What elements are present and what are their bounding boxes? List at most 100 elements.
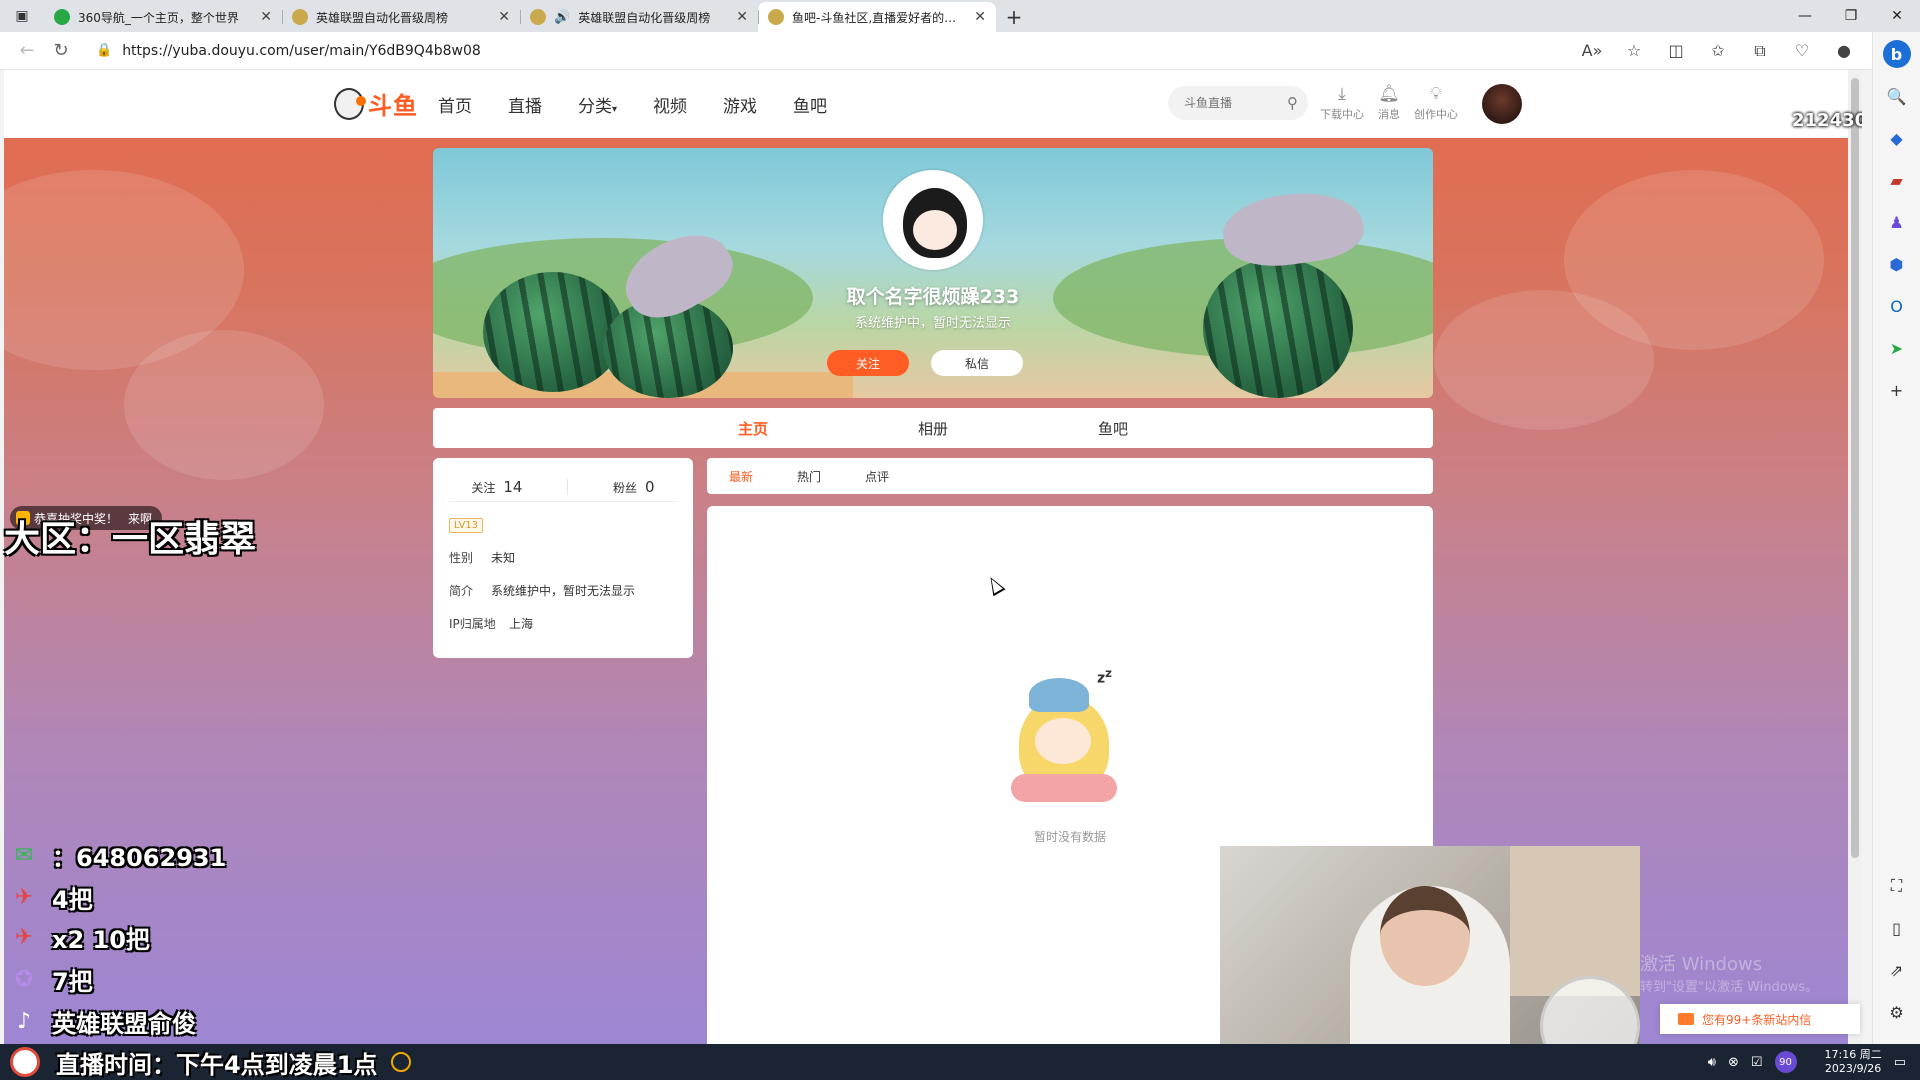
favorites-icon[interactable]: ✩ — [1700, 36, 1736, 66]
minimize-icon[interactable]: — — [1782, 0, 1828, 32]
tools-icon[interactable]: ▰ — [1883, 166, 1911, 194]
live-time-text: 直播时间：下午4点到凌晨1点 — [56, 1050, 378, 1079]
overlay-row: ✈ 4把 — [4, 880, 93, 915]
read-aloud-icon[interactable]: A» — [1574, 36, 1610, 66]
external-link-icon[interactable]: ⇗ — [1883, 956, 1911, 984]
browser-tab[interactable]: 360导航_一个主页，整个世界 ✕ — [44, 2, 282, 32]
tab-reviews[interactable]: 点评 — [865, 468, 889, 485]
search-input[interactable] — [1184, 96, 1274, 110]
back-icon[interactable]: ← — [10, 36, 44, 66]
volume-icon[interactable]: 🔊︎ — [1708, 1055, 1716, 1070]
close-icon[interactable]: ✕ — [736, 9, 748, 25]
messages-button[interactable]: 🔔︎ 消息 — [1378, 84, 1400, 122]
header-buttons: ⤓ 下载中心 🔔︎ 消息 💡︎ 创作中心 — [1320, 84, 1458, 122]
screenshot-icon[interactable]: ⛶ — [1883, 872, 1911, 900]
page-scrollbar[interactable] — [1848, 70, 1862, 1044]
settings-icon[interactable]: ⚙ — [1883, 998, 1911, 1026]
gender-label: 性别 — [449, 551, 474, 565]
close-icon[interactable]: ✕ — [974, 9, 986, 25]
browser-tab[interactable]: 英雄联盟自动化晋级周榜 ✕ — [282, 2, 520, 32]
fans-stat[interactable]: 粉丝 0 — [613, 478, 655, 496]
profile-icon[interactable]: ● — [1826, 36, 1862, 66]
address-bar: ← ↻ 🔒 https://yuba.douyu.com/user/main/Y… — [0, 32, 1920, 70]
inbox-notification[interactable]: 您有99+条新站内信 — [1660, 1004, 1860, 1034]
office-icon[interactable]: ⬢ — [1883, 250, 1911, 278]
tray-badge[interactable]: 90 — [1774, 1051, 1797, 1073]
address-bar-actions: A» ☆ ◫ ✩ ⧉ ♡ ● ⋯ — [1574, 36, 1904, 66]
tab-title: 英雄联盟自动化晋级周榜 — [316, 10, 449, 25]
favorite-star-icon[interactable]: ☆ — [1616, 36, 1652, 66]
tray-app-icon[interactable]: ⊗ — [1728, 1055, 1739, 1070]
creator-center-button[interactable]: 💡︎ 创作中心 — [1414, 84, 1458, 122]
level-badge: LV13 — [449, 518, 484, 533]
download-icon: ⤓ — [1338, 84, 1346, 104]
nav-home[interactable]: 首页 — [438, 92, 472, 117]
profile-avatar[interactable] — [883, 170, 983, 270]
games-icon[interactable]: ♟ — [1883, 208, 1911, 236]
empty-state-illustration: zz — [1005, 666, 1125, 806]
tab-home[interactable]: 主页 — [738, 418, 768, 439]
nav-category[interactable]: 分类▾ — [578, 92, 617, 117]
profile-username: 取个名字很烦躁233 — [846, 286, 1020, 308]
notification-center-icon[interactable]: ▭ — [1894, 1055, 1906, 1070]
download-center-button[interactable]: ⤓ 下载中心 — [1320, 84, 1364, 122]
nav-video[interactable]: 视频 — [653, 92, 687, 117]
shopping-icon[interactable]: ◆ — [1883, 124, 1911, 152]
tab-title: 英雄联盟自动化晋级周榜 — [578, 10, 711, 25]
search-icon[interactable]: ⚲ — [1287, 94, 1298, 112]
add-icon[interactable]: + — [1883, 376, 1911, 404]
profile-bio: 系统维护中，暂时无法显示 — [854, 316, 1011, 331]
collections-icon[interactable]: ⧉ — [1742, 36, 1778, 66]
profile-info-card: 关注 14 粉丝 0 LV13 性别 未知 简介 系统维护中，暂时无法显示 IP… — [433, 458, 693, 658]
illustration-hat — [1029, 678, 1089, 712]
split-screen-icon[interactable]: ◫ — [1658, 36, 1694, 66]
nav-games[interactable]: 游戏 — [723, 92, 757, 117]
region-overlay: 大区：一区翡翠 — [4, 519, 257, 560]
datetime[interactable]: 17:16 周二 2023/9/26 — [1825, 1048, 1882, 1076]
browser-tab-active[interactable]: 鱼吧-斗鱼社区,直播爱好者的聚集 ✕ — [758, 2, 996, 32]
tab-yuba[interactable]: 鱼吧 — [1098, 418, 1128, 439]
nav-live[interactable]: 直播 — [508, 92, 542, 117]
overlay-row-text: 英雄联盟俞俊 — [52, 1010, 196, 1038]
bell-icon: 🔔︎ — [1378, 84, 1400, 104]
tab-latest[interactable]: 最新 — [729, 468, 753, 485]
checkbox-tray-icon[interactable]: ☑ — [1751, 1055, 1763, 1070]
tab-title: 鱼吧-斗鱼社区,直播爱好者的聚集 — [792, 10, 967, 25]
nav-yuba[interactable]: 鱼吧 — [793, 92, 827, 117]
close-icon[interactable]: ✕ — [498, 9, 510, 25]
tiktok-icon: ♪ — [16, 1009, 32, 1034]
tab-album[interactable]: 相册 — [918, 418, 948, 439]
douyu-logo[interactable]: 斗鱼 — [334, 86, 418, 121]
restore-icon[interactable]: ❐ — [1828, 0, 1874, 32]
user-avatar[interactable] — [1482, 84, 1522, 124]
extensions-icon[interactable]: ♡ — [1784, 36, 1820, 66]
browser-tab[interactable]: 🔊 英雄联盟自动化晋级周榜 ✕ — [520, 2, 758, 32]
mail-icon — [1678, 1013, 1694, 1025]
lock-icon[interactable]: 🔒 — [96, 43, 112, 58]
private-message-button[interactable]: 私信 — [931, 350, 1023, 376]
url-field[interactable]: 🔒 https://yuba.douyu.com/user/main/Y6dB9… — [88, 36, 1568, 66]
outlook-icon[interactable]: O — [1883, 292, 1911, 320]
following-stat[interactable]: 关注 14 — [471, 478, 522, 496]
tab-actions-icon[interactable]: ▣ — [0, 0, 44, 32]
tab-hot[interactable]: 热门 — [797, 468, 821, 485]
feed-tabs: 最新 热门 点评 — [707, 458, 1433, 494]
copilot-icon[interactable]: b — [1882, 40, 1911, 68]
search-icon[interactable]: 🔍 — [1883, 82, 1911, 110]
drop-icon[interactable]: ➤ — [1883, 334, 1911, 362]
ip-label: IP归属地 — [449, 617, 496, 631]
refresh-icon[interactable]: ↻ — [44, 36, 78, 66]
follow-button[interactable]: 关注 — [827, 350, 909, 376]
close-icon[interactable]: ✕ — [260, 9, 272, 25]
close-window-icon[interactable]: ✕ — [1874, 0, 1920, 32]
sidebar-toggle-icon[interactable]: ▯ — [1883, 914, 1911, 942]
new-tab-button[interactable]: + — [996, 2, 1032, 32]
app-icon[interactable] — [391, 1052, 412, 1072]
tab-favicon-icon — [54, 9, 70, 25]
fans-label: 粉丝 — [613, 480, 638, 495]
sleep-icon: zz — [1097, 666, 1112, 687]
following-label: 关注 — [471, 480, 496, 495]
speaker-icon[interactable]: 🔊 — [554, 10, 570, 25]
scrollbar-thumb[interactable] — [1851, 78, 1859, 858]
watermark-subtitle: 转到"设置"以激活 Windows。 — [1640, 980, 1819, 995]
